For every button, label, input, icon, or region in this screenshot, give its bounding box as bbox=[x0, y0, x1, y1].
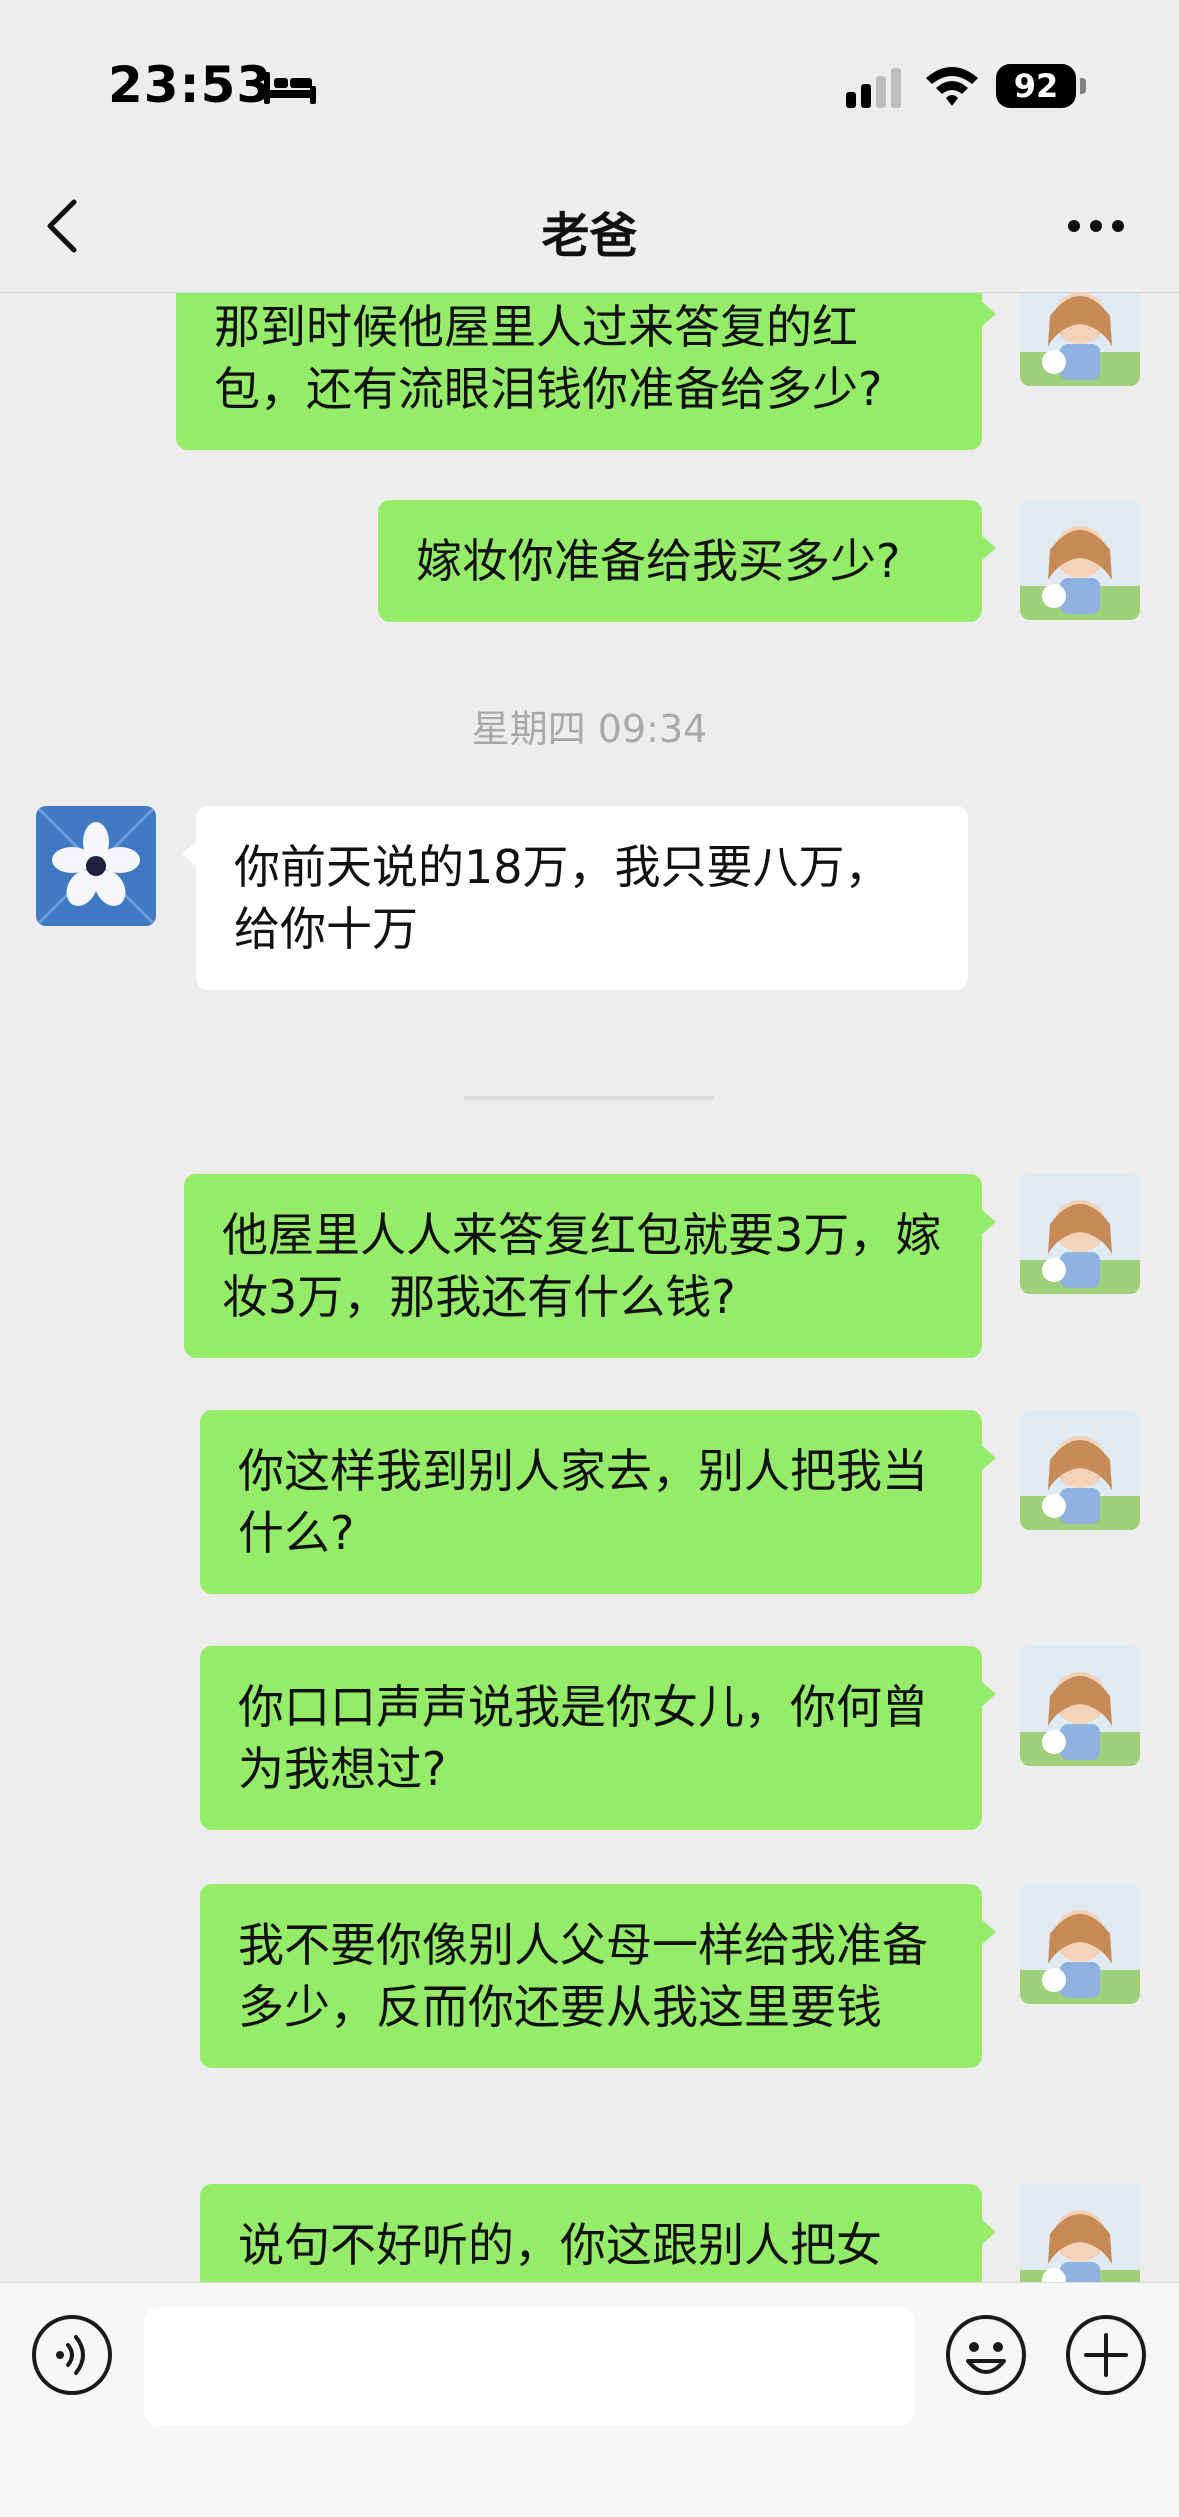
message-bubble[interactable]: 你前天说的18万，我只要八万，给你十万 bbox=[182, 806, 968, 990]
message-text: 你前天说的18万，我只要八万，给你十万 bbox=[234, 840, 891, 956]
emoji-icon[interactable] bbox=[944, 2313, 1028, 2397]
input-bar bbox=[0, 2282, 1179, 2517]
message-bubble[interactable]: 说句不好听的，你这跟别人把女 bbox=[200, 2184, 996, 2282]
my-avatar[interactable] bbox=[1020, 1410, 1140, 1530]
wifi-icon bbox=[926, 67, 978, 106]
contact-avatar[interactable] bbox=[36, 806, 156, 926]
status-time: 23:53 bbox=[108, 56, 273, 114]
message-bubble[interactable]: 你口口声声说我是你女儿，你何曾为我想过? bbox=[200, 1646, 996, 1830]
message-text: 那到时候他屋里人过来答复的红包，还有流眼泪钱你准备给多少? bbox=[214, 300, 883, 416]
voice-icon[interactable] bbox=[30, 2313, 114, 2397]
my-avatar[interactable] bbox=[1020, 2184, 1140, 2282]
my-avatar[interactable] bbox=[1020, 292, 1140, 386]
message-text: 你这样我到别人家去，别人把我当什么? bbox=[238, 1444, 928, 1560]
message-text: 我不要你像别人父母一样给我准备多少，反而你还要从我这里要钱 bbox=[238, 1918, 928, 2034]
my-avatar[interactable] bbox=[1020, 1646, 1140, 1766]
system-notice-line bbox=[464, 1096, 714, 1100]
battery-cap bbox=[1080, 78, 1086, 94]
message-text: 嫁妆你准备给我买多少? bbox=[416, 534, 901, 588]
chat-area[interactable]: 那到时候他屋里人过来答复的红包，还有流眼泪钱你准备给多少? 嫁妆你准备给我买多少… bbox=[0, 292, 1179, 2282]
bed-icon bbox=[264, 72, 316, 104]
battery-indicator: 92 bbox=[996, 64, 1076, 108]
message-timestamp: 星期四 09:34 bbox=[471, 707, 708, 751]
message-text: 他屋里人人来答复红包就要3万，嫁妆3万，那我还有什么钱? bbox=[222, 1208, 942, 1324]
top-bar: 23:53 92 老爸 bbox=[0, 0, 1179, 293]
message-bubble[interactable]: 嫁妆你准备给我买多少? bbox=[378, 500, 996, 622]
message-bubble[interactable]: 我不要你像别人父母一样给我准备多少，反而你还要从我这里要钱 bbox=[200, 1884, 996, 2068]
message-bubble[interactable]: 你这样我到别人家去，别人把我当什么? bbox=[200, 1410, 996, 1594]
more-icon[interactable] bbox=[1066, 218, 1126, 234]
message-bubble[interactable]: 他屋里人人来答复红包就要3万，嫁妆3万，那我还有什么钱? bbox=[184, 1174, 996, 1358]
message-text: 你口口声声说我是你女儿，你何曾为我想过? bbox=[238, 1680, 928, 1796]
message-input[interactable] bbox=[144, 2307, 914, 2425]
plus-icon[interactable] bbox=[1064, 2313, 1148, 2397]
my-avatar[interactable] bbox=[1020, 500, 1140, 620]
message-bubble[interactable]: 那到时候他屋里人过来答复的红包，还有流眼泪钱你准备给多少? bbox=[176, 292, 996, 450]
chat-title: 老爸 bbox=[541, 208, 638, 264]
signal-icon bbox=[846, 68, 901, 108]
message-text: 说句不好听的，你这跟别人把女 bbox=[238, 2218, 882, 2272]
my-avatar[interactable] bbox=[1020, 1174, 1140, 1294]
my-avatar[interactable] bbox=[1020, 1884, 1140, 2004]
